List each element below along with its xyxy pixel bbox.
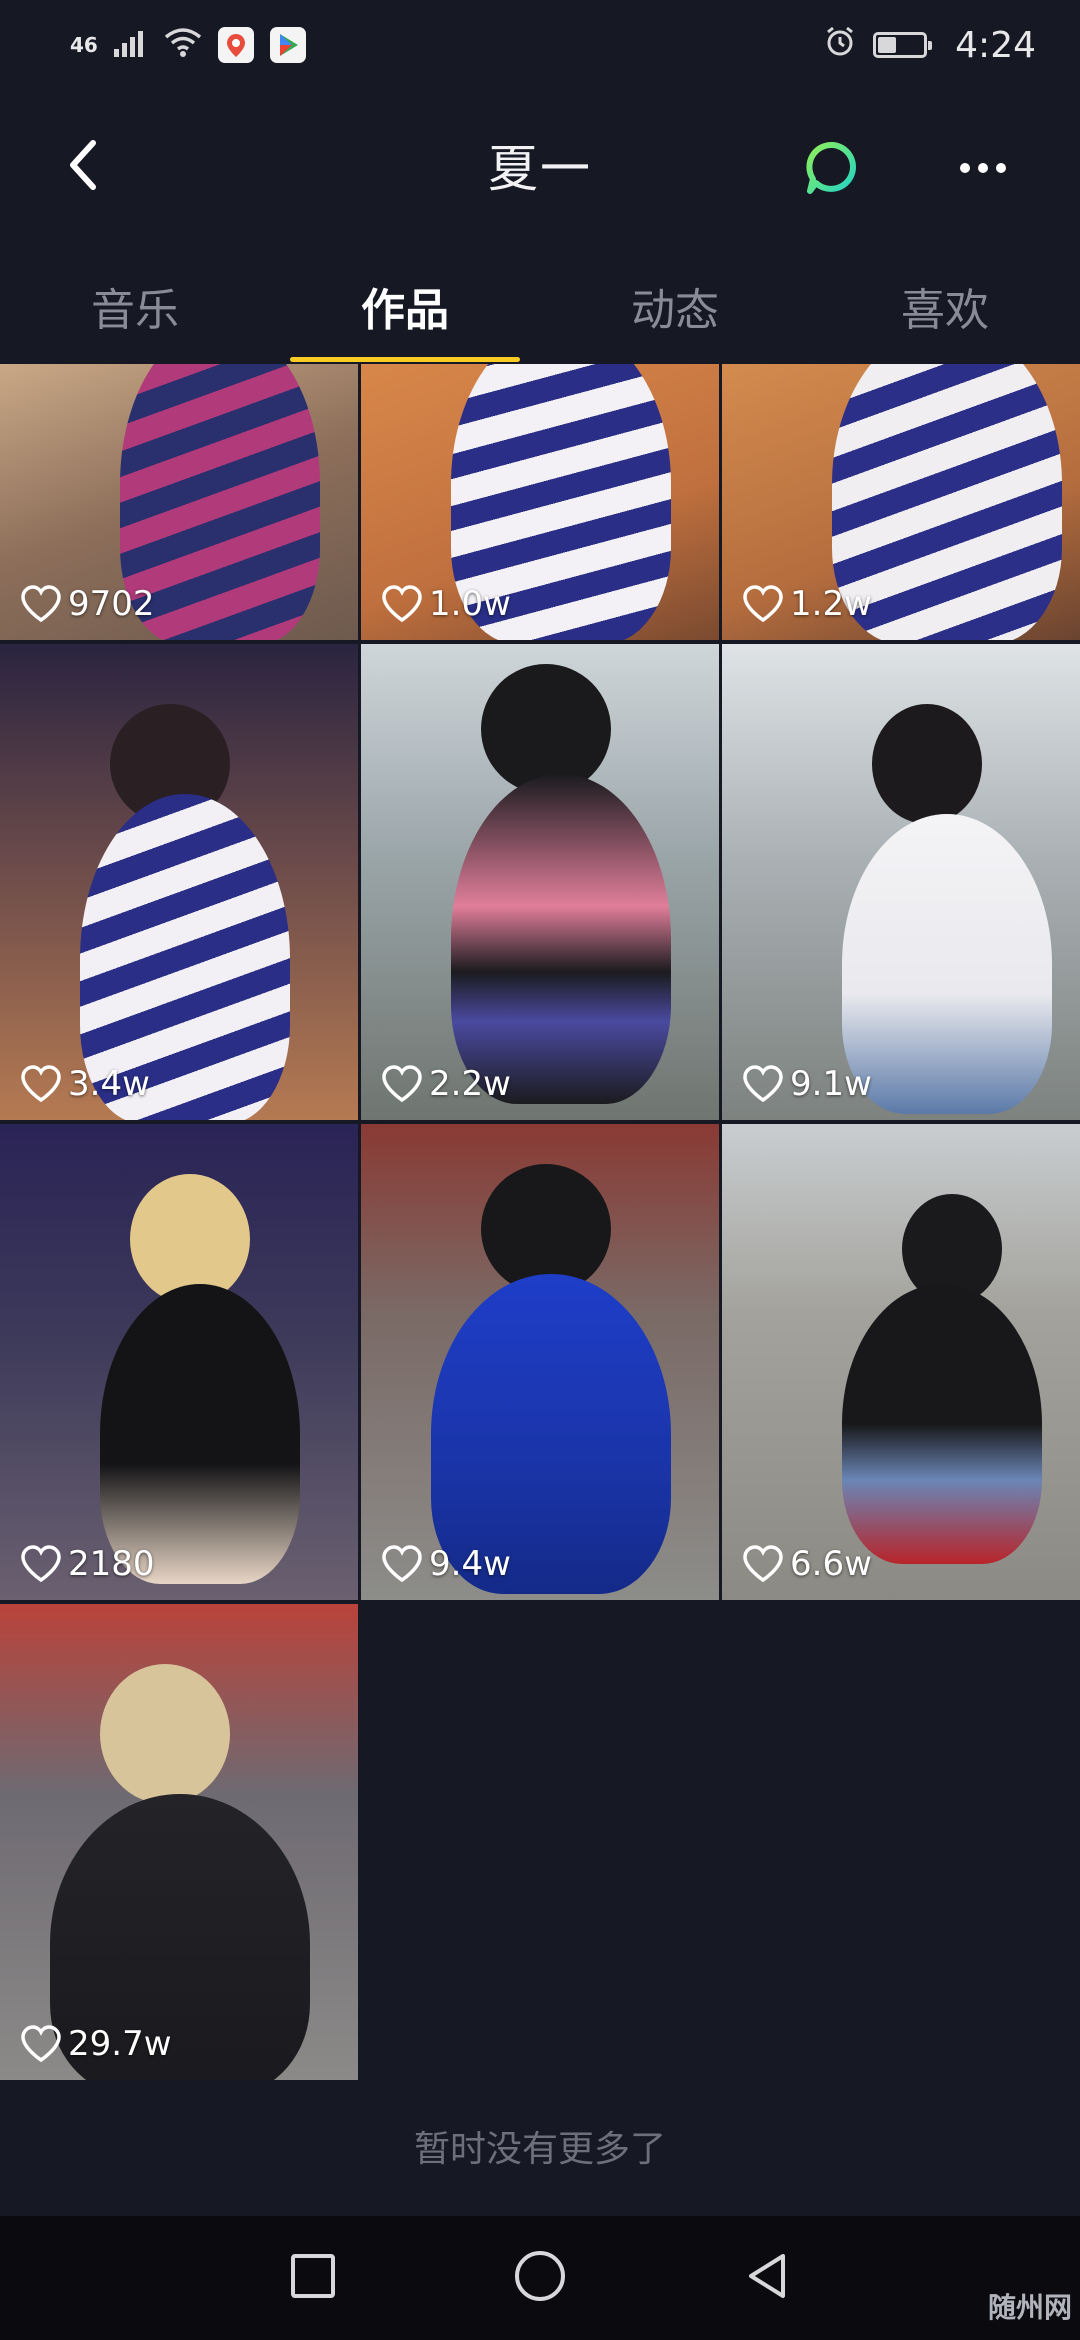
video-thumbnail[interactable]: 9.1w — [722, 644, 1080, 1120]
like-count-text: 2.2w — [429, 1064, 511, 1104]
system-nav-bar: 随州网 — [0, 2216, 1080, 2340]
like-count-text: 9.4w — [429, 1544, 511, 1584]
status-right: 4:24 — [823, 24, 1036, 67]
square-icon — [290, 2254, 335, 2298]
like-count: 6.6w — [742, 1544, 872, 1584]
video-thumbnail[interactable]: 2.2w — [361, 644, 719, 1120]
circle-icon — [514, 2251, 565, 2301]
clock: 4:24 — [955, 24, 1036, 66]
video-thumbnail[interactable]: 1.0w — [361, 364, 719, 640]
tab-works[interactable]: 作品 — [270, 250, 540, 362]
status-bar: 46 4:24 — [0, 0, 1080, 90]
like-count: 2.2w — [381, 1064, 511, 1104]
thumbnail-image — [0, 644, 358, 1120]
chevron-left-icon — [70, 140, 96, 190]
dot-icon — [996, 163, 1006, 173]
video-thumbnail[interactable]: 9702 — [0, 364, 358, 640]
heart-icon — [21, 585, 61, 623]
like-count-text: 2180 — [68, 1544, 155, 1584]
like-count: 29.7w — [20, 2024, 172, 2064]
heart-icon — [21, 1065, 61, 1103]
like-count: 1.2w — [742, 584, 872, 624]
like-count-text: 9.1w — [790, 1064, 872, 1104]
video-thumbnail[interactable]: 2180 — [0, 1124, 358, 1600]
end-of-list-text: 暂时没有更多了 — [413, 2129, 666, 2170]
like-count-text: 29.7w — [68, 2024, 172, 2064]
heart-icon — [743, 585, 783, 623]
heart-icon — [382, 585, 422, 623]
chat-button[interactable] — [798, 133, 868, 203]
thumbnail-image — [0, 1604, 358, 2080]
like-count-text: 1.2w — [790, 584, 872, 624]
tab-music[interactable]: 音乐 — [0, 250, 270, 362]
thumbnail-image — [722, 644, 1080, 1120]
page-title: 夏一 — [488, 140, 592, 198]
tab-likes[interactable]: 喜欢 — [810, 250, 1080, 362]
recent-apps-button[interactable] — [287, 2250, 339, 2306]
thumbnail-image — [722, 1124, 1080, 1600]
heart-icon — [382, 1545, 422, 1583]
chat-bubble-icon — [806, 141, 856, 194]
like-count: 3.4w — [20, 1064, 150, 1104]
heart-icon — [382, 1065, 422, 1103]
like-count-text: 6.6w — [790, 1544, 872, 1584]
home-button[interactable] — [512, 2248, 568, 2308]
status-left: 46 — [70, 25, 306, 66]
back-button[interactable] — [48, 130, 118, 200]
heart-icon — [743, 1065, 783, 1103]
like-count-text: 3.4w — [68, 1064, 150, 1104]
battery-level — [878, 37, 896, 53]
heart-icon — [21, 1545, 61, 1583]
play-store-icon — [269, 27, 306, 63]
profile-header: 夏一 — [0, 100, 1080, 230]
profile-tabs: 音乐 作品 动态 喜欢 — [0, 250, 1080, 362]
like-count-text: 1.0w — [429, 584, 511, 624]
thumbnail-image — [361, 1124, 719, 1600]
wifi-icon — [164, 25, 202, 66]
video-thumbnail[interactable]: 6.6w — [722, 1124, 1080, 1600]
like-count: 1.0w — [381, 584, 511, 624]
like-count: 9.4w — [381, 1544, 511, 1584]
alarm-icon — [823, 24, 857, 67]
video-thumbnail[interactable]: 1.2w — [722, 364, 1080, 640]
like-count: 9702 — [20, 584, 155, 624]
video-thumbnail[interactable]: 29.7w — [0, 1604, 358, 2080]
tab-moments[interactable]: 动态 — [540, 250, 810, 362]
like-count-text: 9702 — [68, 584, 155, 624]
thumbnail-image — [361, 644, 719, 1120]
video-grid: 9702 1.0w 1.2w 3.4w 2.2w 9.1w 2180 9.4w … — [0, 364, 1080, 2080]
heart-icon — [21, 2025, 61, 2063]
dot-icon — [978, 163, 988, 173]
watermark-text: 随州网 — [987, 2291, 1072, 2324]
more-options-button[interactable] — [948, 133, 1018, 203]
back-nav-button[interactable] — [741, 2250, 793, 2306]
dot-icon — [960, 163, 970, 173]
heart-icon — [743, 1545, 783, 1583]
like-count: 9.1w — [742, 1064, 872, 1104]
battery-icon — [873, 32, 933, 58]
like-count: 2180 — [20, 1544, 155, 1584]
thumbnail-image — [0, 1124, 358, 1600]
video-thumbnail[interactable]: 9.4w — [361, 1124, 719, 1600]
maps-app-icon — [217, 27, 254, 63]
video-thumbnail[interactable]: 3.4w — [0, 644, 358, 1120]
network-type: 46 — [70, 33, 98, 57]
triangle-back-icon — [749, 2254, 786, 2298]
signal-icon — [113, 25, 148, 66]
